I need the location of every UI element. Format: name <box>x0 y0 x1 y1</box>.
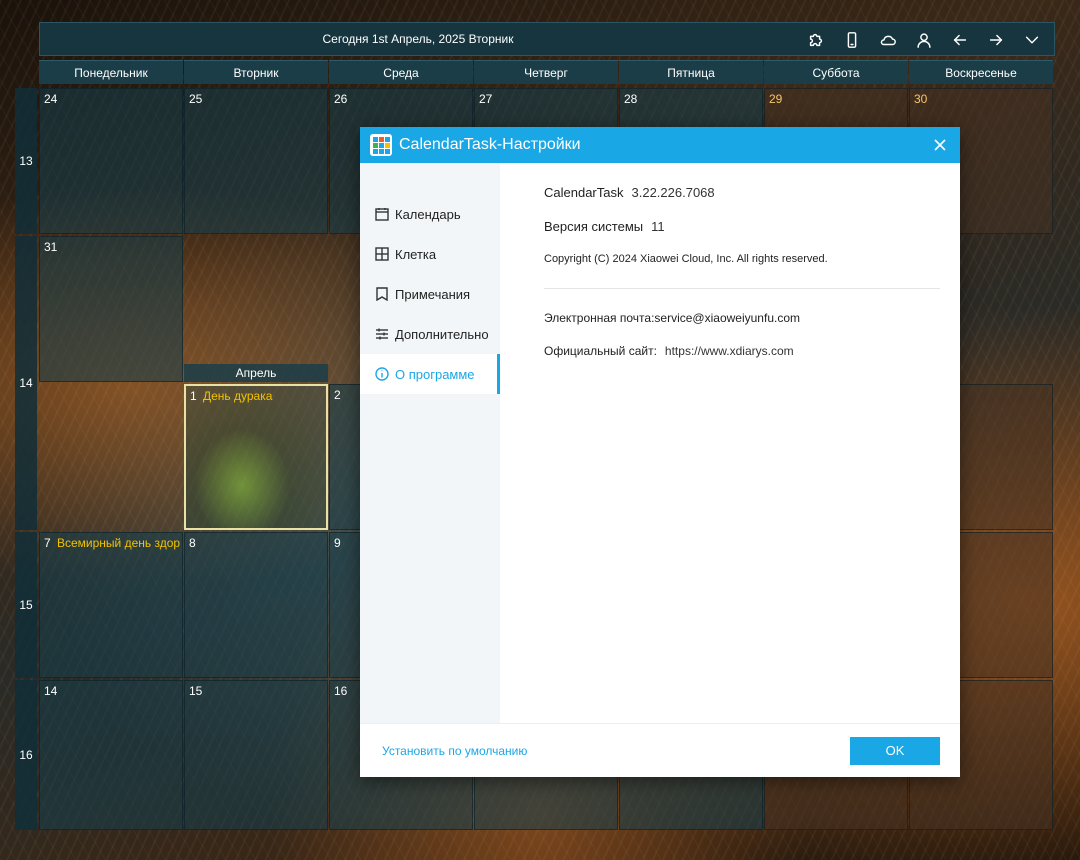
sidebar-item-about[interactable]: О программе <box>360 354 500 394</box>
day-friday: Пятница <box>619 60 763 84</box>
sidebar-item-label: Дополнительно <box>395 326 489 342</box>
day-number: 8 <box>189 536 196 550</box>
weekday-header: Понедельник Вторник Среда Четверг Пятниц… <box>39 60 1054 84</box>
day-number: 29 <box>769 92 783 106</box>
settings-sidebar: Календарь Клетка Примечания Дополнительн… <box>360 163 500 723</box>
week-number: 13 <box>15 88 37 234</box>
week-number: 15 <box>15 532 37 678</box>
dialog-footer: Установить по умолчанию OK <box>360 723 960 777</box>
app-logo-icon <box>370 134 392 156</box>
email-text: Электронная почта:service@xiaoweiyunfu.c… <box>544 311 800 325</box>
system-version: 11 <box>651 219 665 234</box>
puzzle-icon[interactable] <box>798 27 834 53</box>
event-label[interactable]: Всемирный день здор <box>57 536 181 550</box>
day-cell[interactable]: 24 <box>39 88 183 234</box>
app-version: 3.22.226.7068 <box>631 185 715 200</box>
user-icon[interactable] <box>906 27 942 53</box>
day-number: 26 <box>334 92 348 106</box>
app-version-row: CalendarTask 3.22.226.7068 <box>544 185 715 200</box>
dialog-titlebar: CalendarTask-Настройки <box>360 127 960 163</box>
day-number: 2 <box>334 388 341 402</box>
day-number: 1 <box>190 389 197 403</box>
bookmark-icon <box>376 287 388 301</box>
sidebar-item-label: Примечания <box>395 286 471 302</box>
website-row: Официальный сайт: https://www.xdiarys.com <box>544 344 794 358</box>
divider <box>544 288 940 289</box>
sidebar-item-label: О программе <box>395 366 475 382</box>
sidebar-item-notes[interactable]: Примечания <box>360 274 500 314</box>
grid-icon <box>375 247 389 261</box>
day-number: 9 <box>334 536 341 550</box>
day-cell[interactable]: 15 <box>184 680 328 830</box>
day-wednesday: Среда <box>329 60 473 84</box>
day-number: 25 <box>189 92 203 106</box>
sidebar-item-calendar[interactable]: Календарь <box>360 194 500 234</box>
ok-button[interactable]: OK <box>850 737 940 765</box>
week-number: 14 <box>15 236 37 530</box>
day-number: 30 <box>914 92 928 106</box>
system-version-label: Версия системы <box>544 219 644 234</box>
phone-icon[interactable] <box>834 27 870 53</box>
website-label: Официальный сайт: <box>544 344 657 358</box>
sliders-icon <box>376 328 388 340</box>
event-label[interactable]: День дурака <box>203 389 327 403</box>
settings-dialog: CalendarTask-Настройки Календарь Клетка … <box>360 127 960 777</box>
day-cell[interactable]: 25 <box>184 88 328 234</box>
day-cell-today[interactable]: 1 День дурака <box>184 384 328 530</box>
day-number: 28 <box>624 92 638 106</box>
close-icon[interactable] <box>930 135 950 155</box>
app-name: CalendarTask <box>544 185 624 200</box>
calendar-header: Сегодня 1st Апрель, 2025 Вторник <box>39 22 1055 56</box>
day-monday: Понедельник <box>39 60 183 84</box>
today-label: Сегодня 1st Апрель, 2025 Вторник <box>322 32 514 46</box>
arrow-right-icon[interactable] <box>978 27 1014 53</box>
week-number: 16 <box>15 680 37 830</box>
day-number: 15 <box>189 684 203 698</box>
toolbar <box>798 27 1050 53</box>
calendar-icon <box>375 208 389 221</box>
day-cell-spacer <box>39 384 183 530</box>
system-version-row: Версия системы 11 <box>544 219 665 234</box>
day-cell[interactable]: 14 <box>39 680 183 830</box>
day-number: 16 <box>334 684 348 698</box>
dialog-title: CalendarTask-Настройки <box>399 136 581 153</box>
day-number: 31 <box>44 240 58 254</box>
info-icon <box>375 367 389 381</box>
day-cell[interactable]: 8 <box>184 532 328 678</box>
day-cell[interactable]: 7 Всемирный день здор <box>39 532 183 678</box>
day-number: 7 <box>44 536 51 550</box>
day-thursday: Четверг <box>474 60 618 84</box>
day-number: 24 <box>44 92 58 106</box>
day-cell[interactable]: 31 <box>39 236 183 382</box>
month-label: Апрель <box>184 364 328 382</box>
arrow-left-icon[interactable] <box>942 27 978 53</box>
sidebar-item-cell[interactable]: Клетка <box>360 234 500 274</box>
day-sunday: Воскресенье <box>909 60 1053 84</box>
sidebar-item-label: Клетка <box>395 246 437 262</box>
sidebar-item-advanced[interactable]: Дополнительно <box>360 314 500 354</box>
copyright: Copyright (C) 2024 Xiaowei Cloud, Inc. A… <box>544 253 828 265</box>
day-number: 14 <box>44 684 58 698</box>
website-link[interactable]: https://www.xdiarys.com <box>665 344 794 358</box>
day-tuesday: Вторник <box>184 60 328 84</box>
day-saturday: Суббота <box>764 60 908 84</box>
cloud-icon[interactable] <box>870 27 906 53</box>
sidebar-item-label: Календарь <box>395 206 461 222</box>
reset-defaults-link[interactable]: Установить по умолчанию <box>382 744 527 758</box>
day-number: 27 <box>479 92 493 106</box>
chevron-down-icon[interactable] <box>1014 27 1050 53</box>
